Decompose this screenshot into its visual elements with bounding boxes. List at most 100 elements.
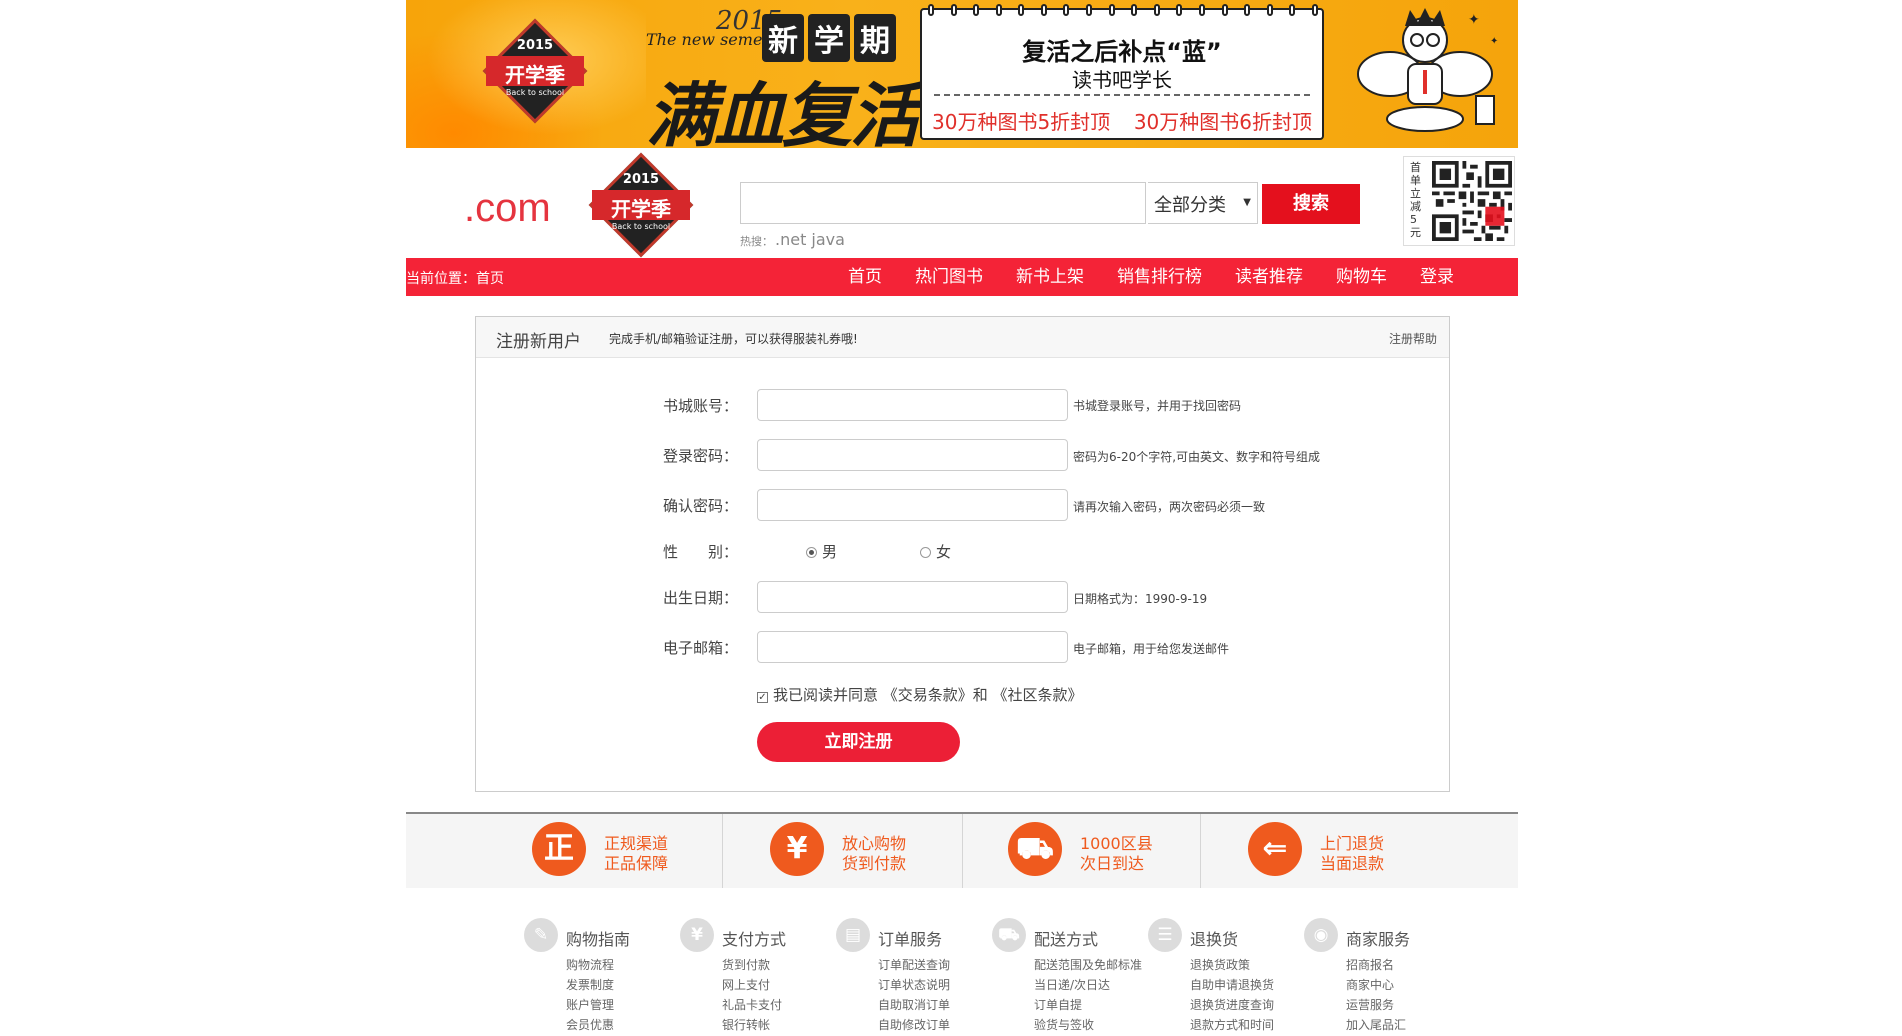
banner-card-title: 复活之后补点“蓝” — [1022, 38, 1222, 66]
banner-semester-cn: 新 学 期 — [762, 14, 896, 62]
footer-link[interactable]: 自助取消订单 — [878, 996, 950, 1013]
nav-item-bestsellers[interactable]: 销售排行榜 — [1105, 258, 1214, 296]
radio-dot-checked — [806, 547, 817, 558]
qr-promo[interactable]: 首单立减5元 — [1403, 156, 1515, 246]
account-tip: 书城登录账号，并用于找回密码 — [1073, 399, 1242, 413]
back-to-school-badge: 2015 开学季 Back to school — [480, 16, 590, 126]
password-label: 登录密码： — [663, 447, 739, 465]
category-select[interactable]: 全部分类 ▼ — [1148, 182, 1258, 224]
footer-link[interactable]: 订单配送查询 — [878, 956, 950, 973]
main-nav: 当前位置：首页 首页 热门图书 新书上架 销售排行榜 读者推荐 购物车 登录 — [406, 258, 1518, 296]
service-line2: 当面退款 — [1320, 854, 1385, 873]
footer-heading: 退换货 — [1190, 930, 1239, 949]
gender-female-radio[interactable]: 女 — [920, 541, 951, 562]
search-button[interactable]: 搜索 — [1262, 184, 1360, 224]
service-guarantees: 正 正规渠道 正品保障 ¥ 放心购物 货到付款 ⛟ 1000区县 次日到达 ⇐ … — [406, 812, 1518, 888]
genuine-icon: 正 — [532, 822, 586, 876]
footer-link[interactable]: 自助申请退换货 — [1190, 976, 1274, 993]
nav-item-new-books[interactable]: 新书上架 — [1004, 258, 1096, 296]
yuan-icon: ¥ — [680, 918, 714, 952]
svg-text:✦: ✦ — [1490, 36, 1498, 47]
footer-link[interactable]: 会员优惠 — [566, 1016, 614, 1033]
service-line2: 次日到达 — [1080, 854, 1145, 873]
category-select-value: 全部分类 — [1154, 195, 1226, 216]
footer-link[interactable]: 当日递/次日达 — [1034, 976, 1110, 993]
password-tip: 密码为6-20个字符,可由英文、数字和符号组成 — [1073, 450, 1321, 464]
footer-heading: 订单服务 — [878, 930, 943, 949]
footer-link[interactable]: 发票制度 — [566, 976, 614, 993]
footer-link[interactable]: 货到付款 — [722, 956, 770, 973]
birthday-label: 出生日期： — [663, 589, 739, 607]
banner-promo-right: 30万种图书6折封顶 — [1133, 110, 1312, 134]
banner-card-divider — [934, 94, 1310, 96]
agree-terms[interactable]: ✓ 我已阅读并同意 《交易条款》和 《社区条款》 — [757, 684, 1083, 705]
footer-link[interactable]: 配送范围及免邮标准 — [1034, 956, 1142, 973]
register-panel: 注册新用户 完成手机/邮箱验证注册，可以获得服装礼券哦! 注册帮助 书城账号： … — [475, 316, 1450, 792]
agree-text: 我已阅读并同意 《交易条款》和 《社区条款》 — [773, 686, 1083, 704]
pen-icon: ✎ — [524, 918, 558, 952]
svg-text:✦: ✦ — [1468, 12, 1480, 28]
nav-item-cart[interactable]: 购物车 — [1324, 258, 1399, 296]
footer-link[interactable]: 加入尾品汇 — [1346, 1016, 1406, 1033]
account-label: 书城账号： — [663, 397, 739, 415]
footer-heading: 购物指南 — [566, 930, 631, 949]
banner-promo-left: 30万种图书5折封顶 — [932, 110, 1111, 134]
account-field[interactable] — [757, 389, 1068, 421]
dropdown-arrow-icon: ▼ — [1243, 197, 1251, 208]
footer-link[interactable]: 订单自提 — [1034, 996, 1082, 1013]
banner-card-subtitle: 读书吧学长 — [1072, 68, 1172, 92]
birthday-field[interactable] — [757, 581, 1068, 613]
truck-icon: ⛟ — [992, 918, 1026, 952]
confirm-password-field[interactable] — [757, 489, 1068, 521]
footer-link[interactable]: 运营服务 — [1346, 996, 1394, 1013]
footer-link[interactable]: 验货与签收 — [1034, 1016, 1094, 1033]
footer-link[interactable]: 购物流程 — [566, 956, 614, 973]
badge-subtitle: Back to school — [505, 88, 565, 97]
nav-item-recommend[interactable]: 读者推荐 — [1223, 258, 1315, 296]
email-field[interactable] — [757, 631, 1068, 663]
confirm-password-tip: 请再次输入密码，两次密码必须一致 — [1073, 500, 1266, 514]
footer-link[interactable]: 退款方式和时间 — [1190, 1016, 1274, 1033]
banner-headline: 满血复活 — [646, 75, 920, 148]
footer-link[interactable]: 退换货进度查询 — [1190, 996, 1274, 1013]
hot-search-terms[interactable]: .net java — [775, 230, 845, 249]
hot-label: 热搜： — [740, 235, 773, 248]
password-field[interactable] — [757, 439, 1068, 471]
gender-label: 性 别： — [663, 543, 739, 561]
register-submit-button[interactable]: 立即注册 — [757, 722, 960, 762]
register-help-link[interactable]: 注册帮助 — [1389, 330, 1437, 347]
register-title: 注册新用户 — [496, 332, 581, 352]
footer-link[interactable]: 自助修改订单 — [878, 1016, 950, 1033]
footer-link[interactable]: 账户管理 — [566, 996, 614, 1013]
nav-item-hot-books[interactable]: 热门图书 — [903, 258, 995, 296]
semester-char: 新 — [762, 14, 804, 62]
service-line2: 正品保障 — [604, 854, 669, 873]
nav-item-home[interactable]: 首页 — [836, 258, 894, 296]
site-logo[interactable]: .com — [464, 186, 551, 231]
promo-banner[interactable]: 2015 开学季 Back to school 2015 The new sem… — [406, 0, 1518, 148]
angel-mascot-icon: ✦ ✦ — [1357, 8, 1498, 132]
return-basket-icon: ⇐ — [1248, 822, 1302, 876]
service-divider — [962, 814, 963, 888]
footer-link[interactable]: 网上支付 — [722, 976, 770, 993]
search-input[interactable] — [740, 182, 1146, 224]
badge-title: 开学季 — [611, 197, 671, 221]
footer-link[interactable]: 退换货政策 — [1190, 956, 1250, 973]
delivery-truck-icon: ⛟ — [1008, 822, 1062, 876]
breadcrumb: 当前位置：首页 — [406, 271, 504, 287]
footer-link[interactable]: 订单状态说明 — [878, 976, 950, 993]
nav-item-login[interactable]: 登录 — [1408, 258, 1466, 296]
footer-heading: 商家服务 — [1346, 930, 1411, 949]
semester-char: 学 — [808, 14, 850, 62]
badge-subtitle: Back to school — [611, 222, 671, 231]
footer-link[interactable]: 招商报名 — [1346, 956, 1394, 973]
gender-male-radio[interactable]: 男 — [806, 541, 837, 562]
agree-checkbox[interactable]: ✓ — [757, 692, 768, 703]
footer-link[interactable]: 礼品卡支付 — [722, 996, 782, 1013]
footer-link[interactable]: 银行转帐 — [722, 1016, 770, 1033]
footer-heading: 支付方式 — [722, 930, 787, 949]
footer-link[interactable]: 商家中心 — [1346, 976, 1394, 993]
qr-caption: 首单立减5元 — [1410, 161, 1421, 239]
badge-title: 开学季 — [505, 63, 565, 87]
gender-female-label: 女 — [936, 543, 952, 561]
